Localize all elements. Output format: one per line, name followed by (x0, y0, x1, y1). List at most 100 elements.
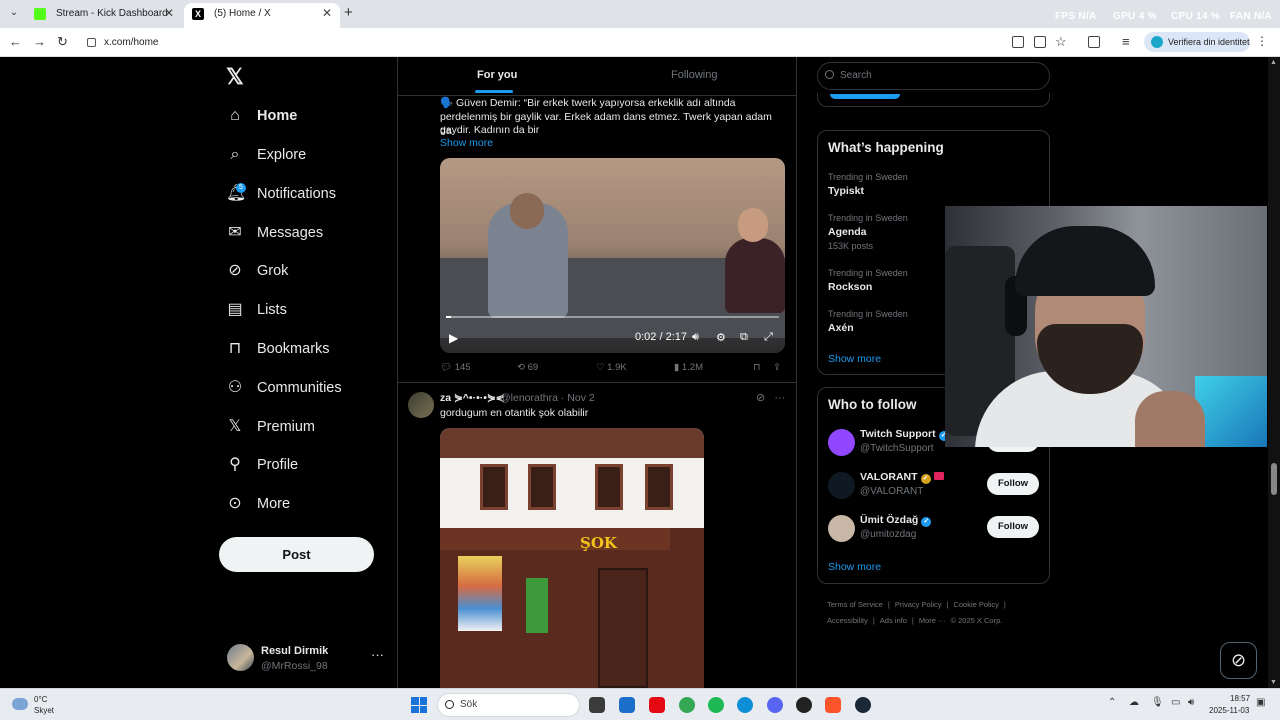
repost-button[interactable]: ⟲ 69 (517, 362, 538, 373)
close-tab-icon[interactable]: ✕ (164, 3, 174, 24)
trend-item[interactable]: Typiskt (828, 185, 864, 197)
footer-link[interactable]: Accessibility (827, 616, 868, 625)
grok-icon[interactable]: ⊘ (756, 392, 765, 404)
follow-button[interactable]: Follow (987, 473, 1039, 495)
microphone-icon[interactable]: 🎙︎ (1151, 697, 1164, 708)
browser-tab-x[interactable]: X (5) Home / X ✕ (184, 3, 340, 28)
cloud-icon[interactable] (12, 698, 28, 710)
nav-lists[interactable]: ▤ Lists (226, 295, 286, 325)
tray-overflow-icon[interactable]: ⌃ (1108, 697, 1116, 708)
extensions-icon[interactable] (1088, 36, 1100, 48)
trend-item[interactable]: Axén (828, 322, 854, 334)
account-name[interactable]: Resul Dirmik (261, 645, 328, 657)
follow-account-handle[interactable]: @VALORANT (860, 486, 923, 497)
nav-premium[interactable]: 𝕏 Premium (226, 412, 315, 442)
notification-center-icon[interactable]: ▣ (1256, 697, 1265, 708)
tweet-photo[interactable]: ŞOK (440, 428, 704, 688)
follow-account-name[interactable]: Twitch Support ✓ (860, 428, 949, 441)
nav-explore[interactable]: ⌕ Explore (226, 140, 307, 170)
weather-temperature[interactable]: 0°C (34, 695, 47, 704)
nav-communities[interactable]: ⚇ Communities (226, 373, 342, 403)
brave-icon[interactable] (825, 697, 841, 713)
show-more-link[interactable]: Show more (828, 353, 881, 365)
onedrive-icon[interactable]: ☁ (1129, 697, 1139, 708)
forward-arrow-icon[interactable]: → (33, 34, 46, 49)
nav-messages[interactable]: ✉︎ Messages (226, 218, 323, 248)
trend-item[interactable]: Agenda (828, 226, 867, 238)
avatar[interactable] (227, 644, 254, 671)
tweet-date[interactable]: Nov 2 (567, 392, 594, 404)
back-arrow-icon[interactable]: ← (9, 34, 22, 49)
follow-account-name[interactable]: Ümit Özdağ ✓ (860, 514, 932, 527)
footer-link[interactable]: Terms of Service (827, 600, 883, 609)
tab-following[interactable]: Following (671, 69, 717, 81)
footer-link[interactable]: More ··· (919, 616, 946, 625)
speaker-icon[interactable]: 🔊︎ (1188, 697, 1194, 708)
browser-tab-kick[interactable]: Stream - Kick Dashboard ✕ (26, 3, 182, 28)
footer-link[interactable]: Cookie Policy (953, 600, 998, 609)
account-menu-icon[interactable]: ··· (371, 647, 384, 662)
show-more-link[interactable]: Show more (828, 561, 881, 573)
tweet-author-handle[interactable]: @lenorathra (500, 392, 558, 404)
views-button[interactable]: ▮ 1.2M (674, 362, 703, 373)
share-icon[interactable]: ⇪ (773, 362, 781, 373)
nav-bookmarks[interactable]: ⊓ Bookmarks (226, 334, 330, 364)
settings-gear-icon[interactable]: ⚙ (716, 331, 726, 344)
like-button[interactable]: ♡ 1.9K (596, 362, 627, 373)
new-tab-button[interactable]: + (344, 4, 353, 21)
avatar[interactable] (828, 472, 855, 499)
clock-time[interactable]: 18:57 (1230, 694, 1250, 703)
discord-icon[interactable] (767, 697, 783, 713)
show-more-link[interactable]: Show more (440, 137, 493, 149)
cast-icon[interactable] (1012, 36, 1024, 48)
scrollbar-thumb[interactable] (1271, 463, 1277, 495)
video-progress-bar[interactable] (446, 316, 779, 318)
follow-account-name[interactable]: VALORANT ✓ (860, 471, 944, 484)
site-info-icon[interactable] (87, 38, 96, 47)
tab-for-you[interactable]: For you (477, 69, 517, 81)
tweet-author-name[interactable]: za ⋟^•·•·•⋟⋞ (440, 392, 505, 404)
tweet-video[interactable]: ▶ 0:02 / 2:17 🔊︎ ⚙ ⧉ ⤢ (440, 158, 785, 353)
obs-icon[interactable] (796, 697, 812, 713)
follow-account-handle[interactable]: @TwitchSupport (860, 443, 934, 454)
translate-icon[interactable] (1034, 36, 1046, 48)
avatar[interactable] (408, 392, 434, 418)
bookmark-star-icon[interactable]: ☆ (1055, 34, 1067, 50)
x-logo-icon[interactable]: 𝕏 (226, 64, 244, 90)
follow-account-handle[interactable]: @umitozdag (860, 529, 916, 540)
reload-icon[interactable]: ↻ (57, 34, 68, 50)
close-tab-icon[interactable]: ✕ (322, 3, 332, 24)
search-input[interactable]: Search (817, 62, 1050, 90)
fullscreen-icon[interactable]: ⤢ (764, 331, 773, 344)
nav-home[interactable]: ⌂ Home (226, 101, 297, 131)
reply-button[interactable]: 💬︎ 145 (440, 362, 471, 373)
subscribe-button[interactable] (830, 94, 900, 99)
edge-icon[interactable] (737, 697, 753, 713)
account-handle[interactable]: @MrRossi_98 (261, 660, 328, 672)
netflix-icon[interactable] (649, 697, 665, 713)
follow-button[interactable]: Follow (987, 516, 1039, 538)
nav-more[interactable]: ⊙ More (226, 489, 290, 519)
grok-chat-button[interactable]: ⊘ (1220, 642, 1257, 679)
nav-grok[interactable]: ⊘ Grok (226, 256, 288, 286)
reading-list-icon[interactable]: ≡ (1122, 34, 1130, 49)
url-field[interactable]: x.com/home (78, 32, 998, 53)
windows-start-icon[interactable] (411, 697, 427, 713)
post-button[interactable]: Post (219, 537, 374, 572)
tab-search-icon[interactable]: ⌄ (6, 5, 22, 21)
steam-icon[interactable] (855, 697, 871, 713)
spotify-icon[interactable] (708, 697, 724, 713)
bookmark-icon[interactable]: ⊓ (753, 362, 760, 373)
taskbar-search-input[interactable]: Sök (437, 693, 580, 717)
scroll-up-icon[interactable]: ▲ (1270, 59, 1277, 66)
picture-in-picture-icon[interactable]: ⧉ (740, 331, 748, 344)
volume-icon[interactable]: 🔊︎ (692, 331, 699, 344)
file-explorer-icon[interactable] (619, 697, 635, 713)
avatar[interactable] (828, 429, 855, 456)
footer-link[interactable]: Ads info (880, 616, 907, 625)
play-icon[interactable]: ▶ (449, 331, 458, 345)
task-view-icon[interactable] (589, 697, 605, 713)
verify-identity-chip[interactable]: Verifiera din identitet (1144, 32, 1250, 52)
trend-item[interactable]: Rockson (828, 281, 872, 293)
nav-profile[interactable]: ⚲ Profile (226, 450, 298, 480)
